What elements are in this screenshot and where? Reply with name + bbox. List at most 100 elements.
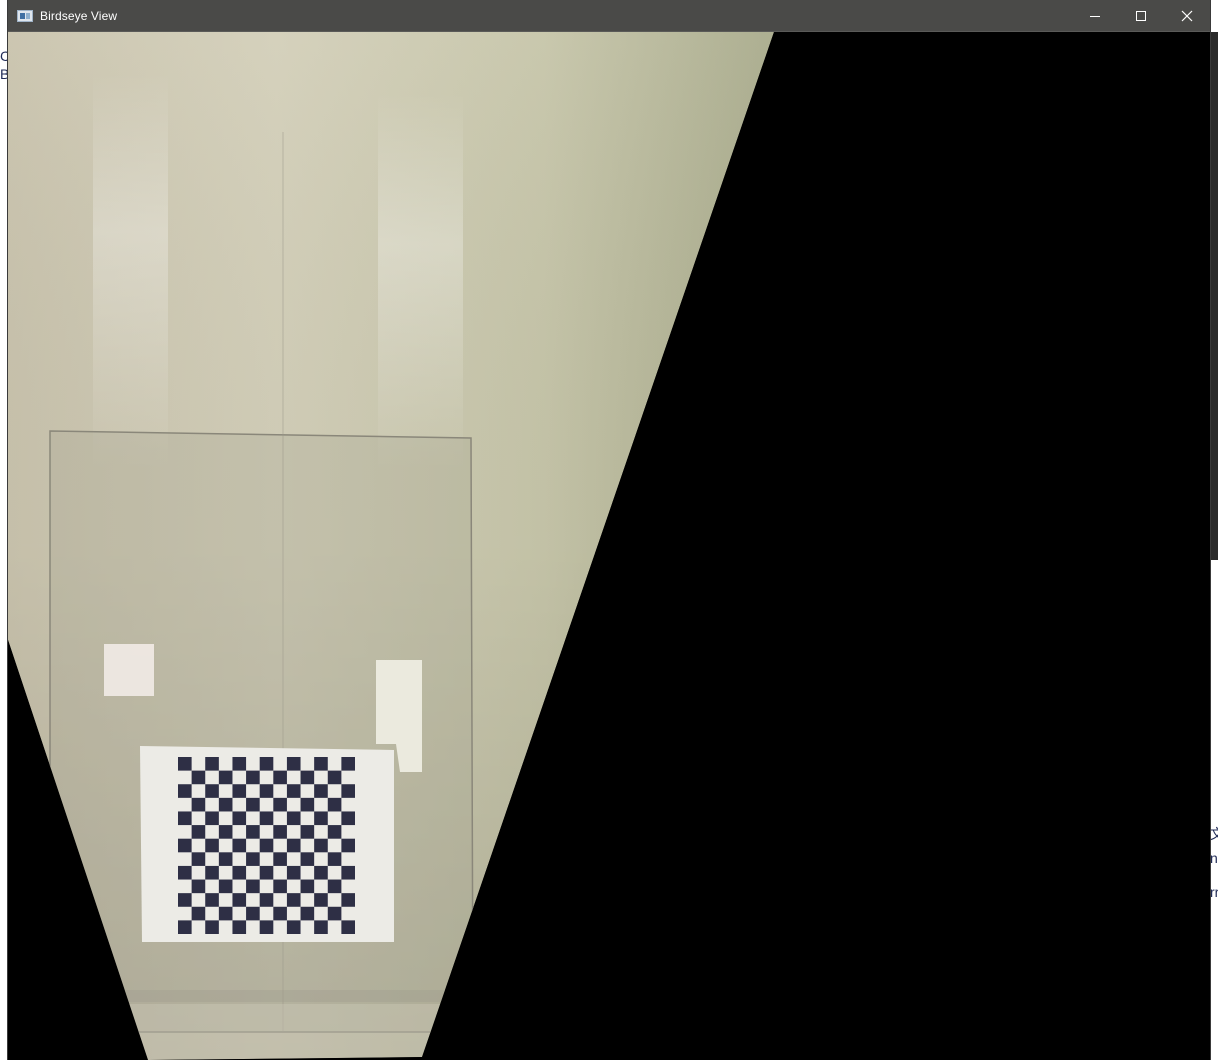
chessboard-square <box>191 797 206 812</box>
minimize-icon <box>1090 15 1100 17</box>
birdseye-canvas <box>8 32 1210 1060</box>
chessboard-square <box>191 906 206 921</box>
chessboard-square <box>286 811 301 826</box>
chessboard-square <box>286 865 301 880</box>
chessboard-square <box>178 784 192 798</box>
chessboard-square <box>286 757 301 771</box>
chessboard-square <box>259 811 274 826</box>
chessboard-square <box>232 920 247 934</box>
chessboard-square <box>286 838 301 853</box>
chessboard-square <box>314 865 328 880</box>
caption-buttons <box>1072 0 1210 31</box>
chessboard-square <box>178 757 192 771</box>
background-text-fragment: 文 <box>1210 826 1218 842</box>
chessboard-square <box>341 838 355 853</box>
chessboard-square <box>327 879 342 894</box>
chessboard-square <box>327 770 342 785</box>
window-title: Birdseye View <box>40 8 118 23</box>
chessboard-square <box>205 784 219 798</box>
chessboard-square <box>300 906 315 921</box>
background-text-fragment: rr <box>1210 884 1218 900</box>
chessboard-square <box>191 879 206 894</box>
chessboard-square <box>273 825 287 839</box>
chessboard-square <box>218 879 233 894</box>
chessboard-square <box>300 797 315 812</box>
chessboard-square <box>286 920 301 934</box>
chessboard-square <box>205 920 219 934</box>
chessboard-square <box>273 852 287 866</box>
chessboard-square <box>314 838 328 853</box>
background-text-fragment: n <box>1210 850 1218 866</box>
close-icon <box>1181 10 1193 21</box>
chessboard-square <box>341 893 355 907</box>
chessboard-square <box>314 784 328 798</box>
maximize-icon <box>1136 10 1146 21</box>
chessboard-square <box>218 906 233 921</box>
chessboard-square <box>341 757 355 771</box>
chessboard-square <box>246 797 260 812</box>
minimize-button[interactable] <box>1072 0 1118 31</box>
chessboard-square <box>191 770 206 785</box>
chessboard-square <box>205 757 219 771</box>
chessboard-square <box>232 757 247 771</box>
chessboard-square <box>232 838 247 853</box>
chessboard-square <box>327 852 342 866</box>
chessboard-square <box>232 865 247 880</box>
chessboard-square <box>327 825 342 839</box>
chessboard-square <box>246 852 260 866</box>
chessboard-square <box>259 920 274 934</box>
chessboard-square <box>178 920 192 934</box>
chessboard-square <box>218 770 233 785</box>
birdseye-image <box>8 32 1210 1060</box>
chessboard-square <box>259 838 274 853</box>
chessboard-square <box>341 920 355 934</box>
chessboard-square <box>232 811 247 826</box>
chessboard-square <box>218 852 233 866</box>
chessboard-square <box>273 879 287 894</box>
chessboard-square <box>218 797 233 812</box>
chessboard-square <box>246 770 260 785</box>
chessboard-square <box>232 784 247 798</box>
chessboard-square <box>314 920 328 934</box>
birdseye-window: Birdseye View <box>8 0 1210 1060</box>
chessboard-square <box>341 784 355 798</box>
chessboard-square <box>300 825 315 839</box>
chessboard-square <box>259 893 274 907</box>
chessboard-square <box>246 906 260 921</box>
chessboard-square <box>259 784 274 798</box>
chessboard-square <box>178 838 192 853</box>
chessboard-square <box>327 906 342 921</box>
chessboard-square <box>300 879 315 894</box>
chessboard-square <box>178 865 192 880</box>
chessboard-square <box>273 797 287 812</box>
chessboard-square <box>300 770 315 785</box>
chessboard-square <box>327 797 342 812</box>
chessboard-square <box>246 825 260 839</box>
chessboard-square <box>273 770 287 785</box>
chessboard-square <box>259 757 274 771</box>
chessboard-square <box>259 865 274 880</box>
window-titlebar[interactable]: Birdseye View <box>8 0 1210 32</box>
chessboard-square <box>218 825 233 839</box>
chessboard-square <box>314 757 328 771</box>
chessboard-square <box>205 865 219 880</box>
close-button[interactable] <box>1164 0 1210 31</box>
chessboard-square <box>341 865 355 880</box>
chessboard-square <box>232 893 247 907</box>
chessboard-square <box>191 852 206 866</box>
chessboard-square <box>286 893 301 907</box>
chessboard-square <box>205 893 219 907</box>
chessboard-square <box>205 811 219 826</box>
maximize-button[interactable] <box>1118 0 1164 31</box>
chessboard-square <box>178 811 192 826</box>
chessboard-square <box>341 811 355 826</box>
chessboard-square <box>286 784 301 798</box>
chessboard-square <box>191 825 206 839</box>
chessboard-square <box>273 906 287 921</box>
background-scrollbar <box>1211 32 1218 560</box>
chessboard-square <box>314 811 328 826</box>
chessboard-square <box>178 893 192 907</box>
chessboard-square <box>300 852 315 866</box>
chessboard-square <box>205 838 219 853</box>
app-window-icon <box>17 9 33 22</box>
